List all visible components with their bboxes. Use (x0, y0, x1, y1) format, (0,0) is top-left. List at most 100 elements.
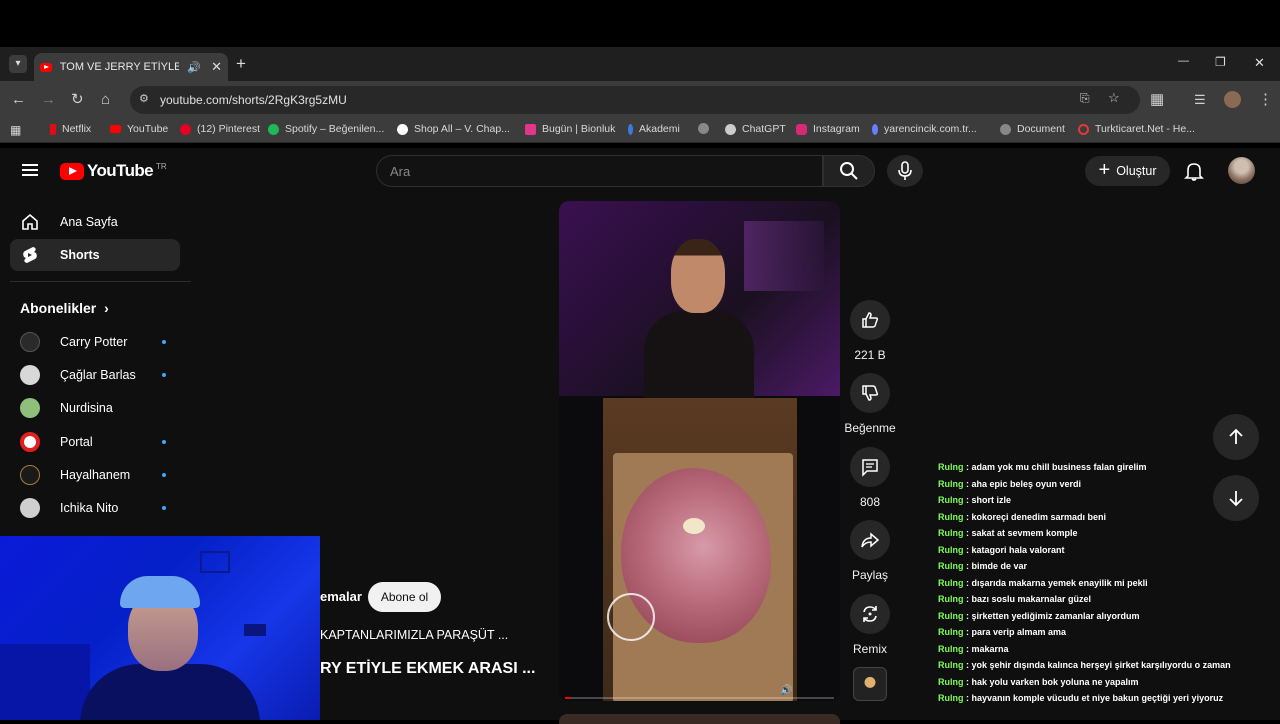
subscription-item[interactable]: Çağlar Barlas (20, 363, 180, 387)
subscription-item[interactable]: Hayalhanem (20, 463, 180, 487)
chat-text: : hayvanın komple vücudu et niye bakun g… (963, 693, 1224, 703)
new-tab-button[interactable]: + (236, 54, 246, 74)
new-content-dot (162, 340, 166, 344)
speaker-icon[interactable]: 🔊 (187, 61, 201, 74)
subscription-item[interactable]: Carry Potter (20, 330, 180, 354)
site-info-icon[interactable]: ⚙ (139, 92, 149, 105)
channel-avatar (20, 498, 40, 518)
chat-message: Rulng : hak yolu varken bok yoluna ne ya… (930, 677, 1270, 694)
volume-icon[interactable]: 🔊 (780, 685, 792, 696)
channel-avatar-small[interactable] (853, 667, 887, 701)
shop-v-icon (397, 123, 408, 135)
channel-name-partial[interactable]: emalar (320, 589, 362, 604)
sidebar-item-shorts[interactable]: Shorts (10, 239, 180, 271)
sidebar-item-home[interactable]: Ana Sayfa (10, 206, 180, 238)
search-box[interactable] (376, 155, 823, 187)
forward-arrow-icon[interactable]: → (41, 91, 56, 109)
bookmark-netflix[interactable]: Netflix (50, 123, 91, 135)
bone-marrow (683, 518, 705, 534)
address-bar[interactable]: ⚙ youtube.com/shorts/2RgK3rg5zMU ⎘ ☆ (130, 86, 1140, 114)
next-short-preview[interactable] (559, 714, 840, 724)
chat-message: Rulng : şirketten yediğimiz zamanlar alı… (930, 611, 1270, 628)
remix-button[interactable] (850, 594, 890, 634)
video-progress-bar[interactable] (565, 697, 834, 699)
region-code: TR (156, 161, 167, 171)
chat-message: Rulng : katagori hala valorant (930, 545, 1270, 562)
account-avatar[interactable] (1228, 157, 1255, 184)
tab-search-chevron-icon[interactable]: ▾ (9, 55, 27, 73)
bookmark-star-icon[interactable]: ☆ (1108, 90, 1120, 106)
bookmark-document[interactable]: Document (1000, 123, 1065, 135)
subscription-item[interactable]: Nurdisina (20, 396, 180, 420)
tab-close-icon[interactable]: ✕ (211, 59, 222, 75)
plus-icon: + (1098, 158, 1111, 181)
notifications-bell-icon[interactable] (1183, 160, 1205, 182)
restore-button[interactable]: ❐ (1215, 55, 1226, 69)
background-shelf (744, 221, 824, 291)
minimize-button[interactable]: — (1178, 55, 1189, 67)
tab-strip: ▾ TOM VE JERRY ETİYLE EKMEK 🔊 ✕ + — ❐ ✕ (0, 47, 1280, 81)
chat-username: Rulng (938, 462, 964, 472)
apps-grid-icon[interactable]: ▦ (10, 123, 21, 137)
chat-username: Rulng (938, 528, 964, 538)
share-action[interactable]: Paylaş (844, 520, 896, 582)
bookmark-shop-all[interactable]: Shop All – V. Chap... (397, 123, 510, 135)
youtube-logo[interactable]: YouTube TR (60, 161, 167, 181)
create-button[interactable]: + Oluştur (1085, 156, 1170, 186)
chat-username: Rulng (938, 594, 964, 604)
bookmark-akademi[interactable]: Akademi (628, 123, 680, 135)
subscription-item[interactable]: Portal (20, 430, 180, 454)
bookmark-chatgpt[interactable]: ChatGPT (725, 123, 786, 135)
short-title-partial[interactable]: RY ETİYLE EKMEK ARASI ... (320, 660, 535, 678)
turkticaret-icon (1078, 123, 1089, 135)
home-icon[interactable]: ⌂ (101, 91, 110, 109)
remix-action[interactable]: Remix (844, 594, 896, 656)
bookmark-spotify[interactable]: Spotify – Beğenilen... (268, 123, 384, 135)
comments-button[interactable] (850, 447, 890, 487)
browser-menu-icon[interactable]: ⋮ (1258, 91, 1273, 109)
media-controls-icon[interactable]: ☰ (1194, 91, 1206, 109)
comments-action[interactable]: 808 (844, 447, 896, 509)
subscription-item[interactable]: Ichika Nito (20, 496, 180, 520)
channel-avatar (20, 398, 40, 418)
like-action[interactable]: 221 B (844, 300, 896, 362)
like-count: 221 B (854, 348, 886, 362)
subscriptions-header[interactable]: Abonelikler › (20, 300, 109, 316)
search-button[interactable] (823, 155, 875, 187)
stream-chat-overlay: Rulng : adam yok mu chill business falan… (930, 452, 1270, 720)
search-input[interactable] (390, 164, 790, 179)
subscribe-button[interactable]: Abone ol (368, 582, 441, 612)
back-arrow-icon[interactable]: ← (11, 91, 26, 109)
chat-message: Rulng : adam yok mu chill business falan… (930, 462, 1270, 479)
bookmark-youtube[interactable]: YouTube (110, 123, 168, 135)
bookmark-instagram[interactable]: Instagram (796, 123, 860, 135)
chat-message-list: Rulng : adam yok mu chill business falan… (930, 462, 1270, 710)
chat-text: : aha epic beleş oyun verdi (963, 478, 1082, 489)
bookmark-turkticaret[interactable]: Turkticaret.Net - He... (1078, 123, 1195, 135)
share-button[interactable] (850, 520, 890, 560)
shorts-video-player[interactable]: 🔊 (559, 201, 840, 701)
url-text[interactable]: youtube.com/shorts/2RgK3rg5zMU (160, 93, 347, 107)
bookmark-bionluk[interactable]: Bugün | Bionluk (525, 123, 615, 135)
extensions-icon[interactable]: ▦ (1150, 91, 1164, 109)
dislike-action[interactable]: Beğenme (844, 373, 896, 435)
hamburger-menu-icon[interactable] (22, 164, 38, 176)
chat-text: : para verip almam ama (963, 627, 1067, 637)
sidebar-item-label: Ana Sayfa (60, 215, 118, 229)
tab-active[interactable]: TOM VE JERRY ETİYLE EKMEK 🔊 ✕ (34, 53, 228, 81)
install-app-icon[interactable]: ⎘ (1080, 91, 1090, 106)
chat-username: Rulng (938, 561, 964, 571)
instagram-icon (796, 123, 807, 135)
arrow-up-icon (1229, 428, 1243, 444)
bookmark-globe[interactable] (698, 123, 715, 134)
close-window-button[interactable]: ✕ (1254, 55, 1265, 71)
share-arrow-icon (861, 532, 880, 548)
voice-search-button[interactable] (887, 155, 923, 187)
like-button[interactable] (850, 300, 890, 340)
dislike-button[interactable] (850, 373, 890, 413)
browser-toolbar: ← → ↻ ⌂ ⚙ youtube.com/shorts/2RgK3rg5zMU… (0, 81, 1280, 119)
bookmark-pinterest[interactable]: (12) Pinterest (180, 123, 260, 135)
profile-avatar-icon[interactable] (1224, 91, 1241, 108)
bookmark-yarencincik[interactable]: yarencincik.com.tr... (872, 123, 977, 135)
reload-icon[interactable]: ↻ (71, 91, 84, 109)
